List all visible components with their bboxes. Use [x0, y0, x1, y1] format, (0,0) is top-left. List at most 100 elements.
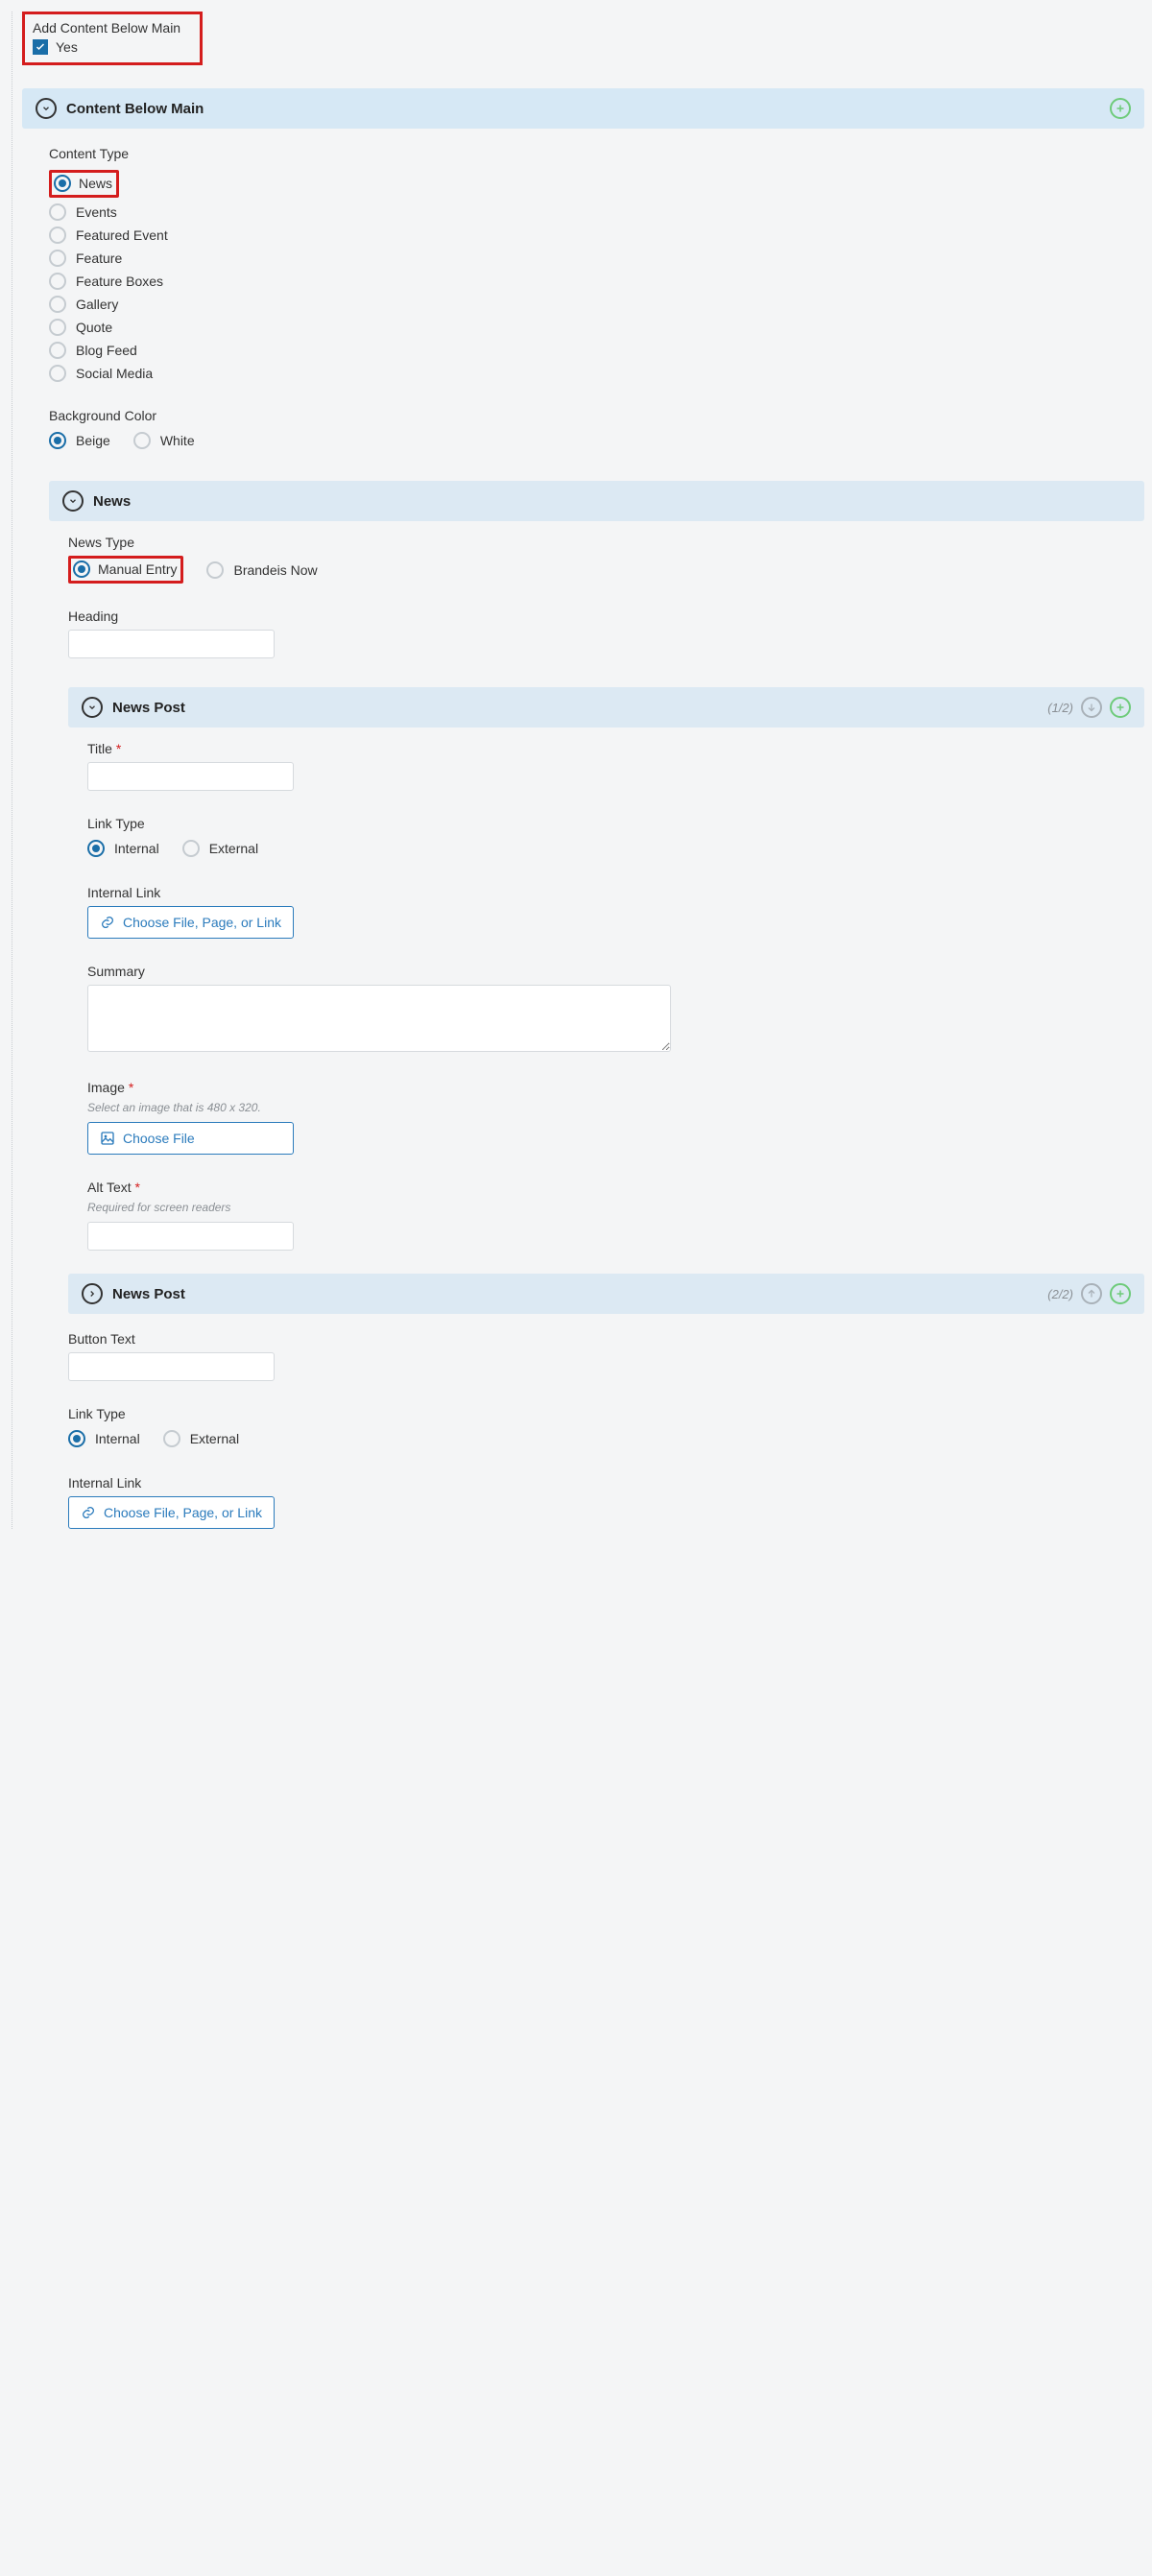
- content-below-main-title: Content Below Main: [66, 101, 1100, 117]
- plus-icon: [1115, 103, 1126, 114]
- image-label: Image: [87, 1080, 125, 1095]
- bg-radio-beige[interactable]: [49, 432, 66, 449]
- summary-label: Summary: [87, 964, 1144, 979]
- content-type-radio-events[interactable]: [49, 203, 66, 221]
- content-type-news-highlight: News: [49, 170, 119, 198]
- internal-link-label: Internal Link: [87, 885, 1144, 900]
- news-post-2-title: News Post: [112, 1286, 1038, 1302]
- add-content-below-main-block: Add Content Below Main Yes: [22, 12, 203, 65]
- content-type-radio-featured-event[interactable]: [49, 227, 66, 244]
- required-asterisk: *: [116, 741, 121, 756]
- add-content-label: Add Content Below Main: [33, 20, 190, 36]
- alt-text-label: Alt Text: [87, 1180, 132, 1195]
- bottom-link-type-radio-external[interactable]: [163, 1430, 180, 1447]
- bottom-link-type-label: Link Type: [68, 1406, 1144, 1421]
- chevron-right-icon: [87, 1289, 97, 1299]
- add-post-button[interactable]: [1110, 1283, 1131, 1304]
- plus-icon: [1115, 1288, 1126, 1300]
- news-post-1-header: News Post (1/2): [68, 687, 1144, 727]
- bottom-link-type-radio-internal[interactable]: [68, 1430, 85, 1447]
- check-icon: [35, 41, 46, 53]
- news-post-2-expand[interactable]: [82, 1283, 103, 1304]
- image-hint: Select an image that is 480 x 320.: [87, 1101, 1144, 1114]
- bottom-link-type-radio-label: External: [190, 1431, 239, 1446]
- summary-textarea[interactable]: [87, 985, 671, 1052]
- content-type-radio-gallery[interactable]: [49, 296, 66, 313]
- content-type-radio-quote[interactable]: [49, 319, 66, 336]
- content-type-radio-label: Events: [76, 204, 117, 220]
- bg-radio-white[interactable]: [133, 432, 151, 449]
- move-up-button[interactable]: [1081, 1283, 1102, 1304]
- content-type-radio-blog-feed[interactable]: [49, 342, 66, 359]
- news-collapse-toggle[interactable]: [62, 490, 84, 512]
- content-type-radio-feature[interactable]: [49, 250, 66, 267]
- link-type-radio-label: External: [209, 841, 258, 856]
- chooser-label: Choose File, Page, or Link: [104, 1505, 262, 1520]
- alt-text-hint: Required for screen readers: [87, 1201, 1144, 1214]
- button-text-label: Button Text: [68, 1331, 1144, 1347]
- add-content-checkbox[interactable]: [33, 39, 48, 55]
- content-type-radio-label: Blog Feed: [76, 343, 137, 358]
- bg-radio-label: White: [160, 433, 195, 448]
- heading-input[interactable]: [68, 630, 275, 658]
- link-type-radio-label: Internal: [114, 841, 159, 856]
- news-post-1-title: News Post: [112, 700, 1038, 716]
- news-title: News: [93, 493, 1131, 510]
- post-title-input[interactable]: [87, 762, 294, 791]
- arrow-down-icon: [1086, 702, 1097, 713]
- content-type-radio-news[interactable]: [54, 175, 71, 192]
- move-down-button[interactable]: [1081, 697, 1102, 718]
- chooser-label: Choose File, Page, or Link: [123, 915, 281, 930]
- add-content-checkbox-label: Yes: [56, 39, 78, 55]
- bottom-internal-link-label: Internal Link: [68, 1475, 1144, 1491]
- link-icon: [100, 915, 115, 930]
- content-type-radio-feature-boxes[interactable]: [49, 273, 66, 290]
- internal-link-chooser[interactable]: Choose File, Page, or Link: [87, 906, 294, 939]
- content-type-label: Content Type: [49, 146, 1144, 161]
- button-text-input[interactable]: [68, 1352, 275, 1381]
- content-below-main-header: Content Below Main: [22, 88, 1144, 129]
- news-type-radio-brandeis[interactable]: [206, 561, 224, 579]
- heading-label: Heading: [68, 608, 1144, 624]
- news-type-label: News Type: [68, 535, 1144, 550]
- content-type-radio-label: Quote: [76, 320, 112, 335]
- bottom-internal-link-chooser[interactable]: Choose File, Page, or Link: [68, 1496, 275, 1529]
- bottom-link-type-radio-label: Internal: [95, 1431, 140, 1446]
- news-post-2-counter: (2/2): [1047, 1287, 1073, 1301]
- news-type-radio-label: Manual Entry: [98, 561, 177, 577]
- required-asterisk: *: [129, 1080, 133, 1095]
- add-post-button[interactable]: [1110, 697, 1131, 718]
- bg-radio-label: Beige: [76, 433, 110, 448]
- chooser-label: Choose File: [123, 1131, 195, 1146]
- content-type-radio-label: Feature Boxes: [76, 274, 163, 289]
- alt-text-input[interactable]: [87, 1222, 294, 1251]
- news-type-radio-manual[interactable]: [73, 561, 90, 578]
- chevron-down-icon: [87, 703, 97, 712]
- title-field-label: Title: [87, 741, 112, 756]
- chevron-down-icon: [68, 496, 78, 506]
- link-icon: [81, 1505, 96, 1520]
- content-type-radio-social-media[interactable]: [49, 365, 66, 382]
- news-type-radio-label: Brandeis Now: [233, 562, 317, 578]
- content-type-radio-label: News: [79, 176, 112, 191]
- image-chooser[interactable]: Choose File: [87, 1122, 294, 1155]
- background-color-label: Background Color: [49, 408, 1144, 423]
- content-type-radio-label: Social Media: [76, 366, 153, 381]
- content-type-radio-label: Feature: [76, 250, 122, 266]
- news-post-2-header: News Post (2/2): [68, 1274, 1144, 1314]
- add-button[interactable]: [1110, 98, 1131, 119]
- content-type-radio-label: Gallery: [76, 297, 118, 312]
- news-type-manual-highlight: Manual Entry: [68, 556, 183, 584]
- news-header: News: [49, 481, 1144, 521]
- news-post-1-collapse[interactable]: [82, 697, 103, 718]
- news-post-1-counter: (1/2): [1047, 701, 1073, 715]
- link-type-label: Link Type: [87, 816, 1144, 831]
- link-type-radio-external[interactable]: [182, 840, 200, 857]
- plus-icon: [1115, 702, 1126, 713]
- required-asterisk: *: [135, 1180, 140, 1195]
- image-icon: [100, 1131, 115, 1146]
- collapse-toggle[interactable]: [36, 98, 57, 119]
- arrow-up-icon: [1086, 1288, 1097, 1300]
- link-type-radio-internal[interactable]: [87, 840, 105, 857]
- content-type-radio-label: Featured Event: [76, 227, 168, 243]
